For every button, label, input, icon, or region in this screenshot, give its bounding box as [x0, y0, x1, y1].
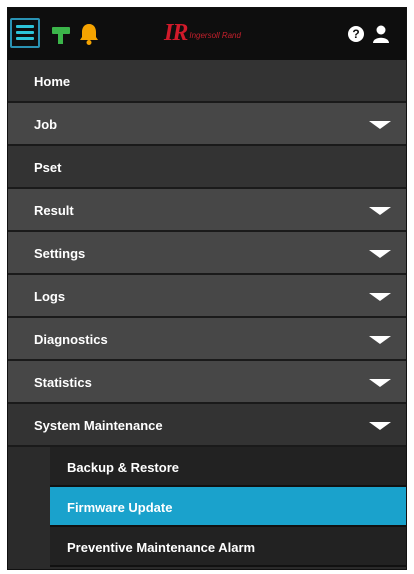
chevron-down-icon[interactable]: [369, 379, 391, 387]
menu-item-label: Settings: [34, 246, 86, 261]
submenu-item-label: Backup & Restore: [67, 460, 179, 475]
menu-item-job[interactable]: Job: [8, 103, 406, 146]
menu-item-settings[interactable]: Settings: [8, 232, 406, 275]
submenu-item-backup-restore[interactable]: Backup & Restore: [50, 447, 406, 487]
bell-icon[interactable]: [78, 22, 100, 46]
menu-item-diagnostics[interactable]: Diagnostics: [8, 318, 406, 361]
menu-item-label: Home: [34, 74, 71, 89]
chevron-down-icon[interactable]: [369, 121, 391, 129]
menu-item-label: Logs: [34, 289, 66, 304]
menu-item-label: Pset: [34, 160, 62, 175]
menu-item-label: Statistics: [34, 375, 92, 390]
menu-item-system-maintenance[interactable]: System Maintenance: [8, 404, 406, 447]
help-icon[interactable]: ?: [348, 26, 364, 42]
tool-icon[interactable]: [50, 24, 72, 46]
chevron-down-icon[interactable]: [369, 336, 391, 344]
user-icon[interactable]: [372, 25, 390, 43]
menu-item-pset[interactable]: Pset: [8, 146, 406, 189]
navigation-menu: Home Job Pset Result Settings Logs Diagn…: [8, 60, 406, 567]
chevron-down-icon[interactable]: [369, 422, 391, 430]
menu-item-statistics[interactable]: Statistics: [8, 361, 406, 404]
menu-item-label: System Maintenance: [34, 418, 163, 433]
menu-item-label: Result: [34, 203, 74, 218]
chevron-down-icon[interactable]: [369, 250, 391, 258]
menu-item-logs[interactable]: Logs: [8, 275, 406, 318]
menu-item-label: Job: [34, 117, 58, 132]
top-bar: IR Ingersoll Rand ?: [8, 8, 406, 62]
menu-item-label: Diagnostics: [34, 332, 108, 347]
submenu-item-firmware-update[interactable]: Firmware Update: [50, 487, 406, 527]
hamburger-menu-icon[interactable]: [10, 18, 40, 48]
submenu-item-label: Firmware Update: [67, 500, 173, 515]
ingersoll-rand-logo: IR Ingersoll Rand: [164, 20, 241, 47]
app-frame: IR Ingersoll Rand ? Home Job Pset Result…: [7, 7, 407, 570]
submenu-item-preventive-maintenance-alarm[interactable]: Preventive Maintenance Alarm: [50, 527, 406, 567]
menu-item-home[interactable]: Home: [8, 60, 406, 103]
chevron-down-icon[interactable]: [369, 293, 391, 301]
chevron-down-icon[interactable]: [369, 207, 391, 215]
logo-mark: IR: [164, 20, 188, 46]
logo-text: Ingersoll Rand: [189, 31, 241, 40]
submenu-item-label: Preventive Maintenance Alarm: [67, 540, 256, 555]
menu-item-result[interactable]: Result: [8, 189, 406, 232]
